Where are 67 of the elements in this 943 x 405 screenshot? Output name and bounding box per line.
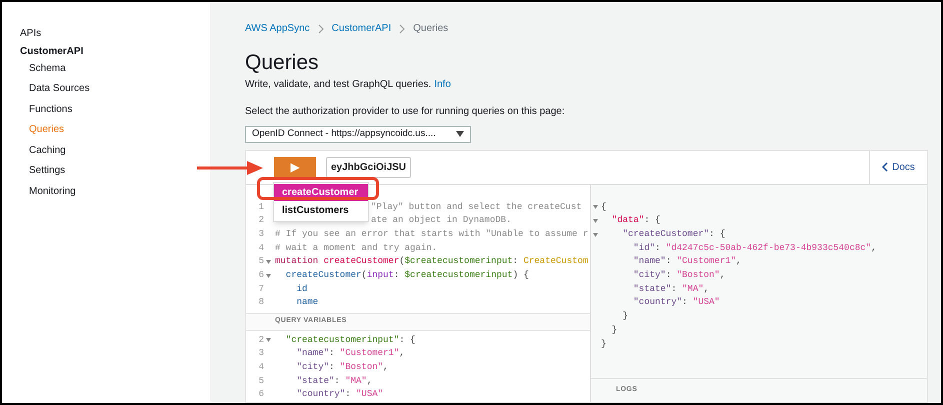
fold-icon[interactable] <box>592 219 598 224</box>
line-number: 3 <box>258 347 264 360</box>
breadcrumb-link[interactable]: AWS AppSync <box>245 21 310 36</box>
line-number: 7 <box>258 282 264 296</box>
page-title: Queries <box>245 50 320 76</box>
sidebar-item[interactable]: APIs <box>20 24 210 44</box>
info-link[interactable]: Info <box>434 77 451 92</box>
fold-icon[interactable] <box>266 260 271 264</box>
code-line: mutation createCustomer($createcustomerinput: CreateCustom <box>275 255 588 268</box>
chevron-left-icon <box>882 162 888 172</box>
code-line: "id": "d4247c5c-50ab-462f-be73-4b933c540c8c", <box>632 242 876 255</box>
menu-item[interactable]: listCustomers <box>274 202 368 219</box>
sidebar-item[interactable]: Functions <box>20 100 210 120</box>
code-line: } <box>622 310 628 324</box>
code-line: "createCustomer": { <box>622 228 726 242</box>
line-number: 2 <box>258 334 264 347</box>
code-line: "createcustomerinput": { <box>284 334 416 347</box>
sidebar-item[interactable]: Settings <box>20 161 210 182</box>
page-description: Write, validate, and test GraphQL queries. <box>245 78 432 92</box>
line-number: 6 <box>258 388 264 402</box>
sidebar-item[interactable]: Monitoring <box>20 182 210 202</box>
provider-label: Select the authorization provider to use for running queries on this page: <box>245 105 566 119</box>
sidebar-item[interactable]: CustomerAPI <box>20 44 210 58</box>
fold-icon[interactable] <box>592 205 598 210</box>
sidebar-item[interactable]: Caching <box>20 140 210 161</box>
line-number: 4 <box>258 361 264 374</box>
line-number: 5 <box>258 255 264 268</box>
code-line: "city": "Boston", <box>632 269 726 282</box>
code-line: "name": "Customer1", <box>296 347 405 360</box>
code-line: } <box>601 338 606 351</box>
token-field[interactable]: eyJhbGciOiJSU <box>326 156 412 178</box>
code-line: # wait a moment and try again. <box>275 242 438 255</box>
caret-icon <box>456 131 464 138</box>
code-line: "country": "USA" <box>632 296 720 310</box>
code-line: "state": "MA", <box>632 282 710 296</box>
line-number: 4 <box>258 242 264 255</box>
line-number: 3 <box>258 228 264 242</box>
arrow <box>197 160 265 176</box>
docs-button[interactable]: Docs <box>869 150 927 184</box>
fold-icon[interactable] <box>266 274 271 278</box>
code-line: id <box>296 282 308 296</box>
provider-dropdown[interactable]: OpenID Connect - https://appsyncoidc.us.... <box>245 126 471 143</box>
breadcrumb-link[interactable]: CustomerAPI <box>332 21 392 36</box>
line-number: 5 <box>258 374 264 388</box>
fold-icon[interactable] <box>266 338 271 342</box>
chevron-icon <box>399 24 406 34</box>
code-line: name <box>296 296 318 310</box>
line-number: 6 <box>258 269 264 282</box>
breadcrumb-current[interactable]: Queries <box>413 21 448 36</box>
code-line: "data": { <box>610 214 660 228</box>
sidebar-item[interactable]: Data Sources <box>20 79 210 100</box>
line-number: 8 <box>258 296 264 310</box>
line-number: 2 <box>258 214 264 228</box>
code-line: # If you see an error that starts with "Unable to assume r <box>275 228 588 242</box>
code-line: { <box>601 200 606 214</box>
code-line: "city": "Boston", <box>296 361 388 374</box>
code-line: "name": "Customer1", <box>632 255 742 268</box>
code-line: "Play" button and select the createCust <box>371 200 582 214</box>
sidebar-item[interactable]: Schema <box>20 58 210 79</box>
code-line: } <box>610 324 618 337</box>
chevron-icon <box>318 24 324 34</box>
code-line: createCustomer(input: $createcustomerinput) { <box>284 269 529 282</box>
code-line: "state": "MA", <box>296 374 372 388</box>
line-number: 1 <box>258 200 264 214</box>
fold-icon[interactable] <box>592 232 598 237</box>
code-line: ate an object in DynamoDB. <box>371 214 512 228</box>
code-line: "country": "USA" <box>296 388 384 402</box>
